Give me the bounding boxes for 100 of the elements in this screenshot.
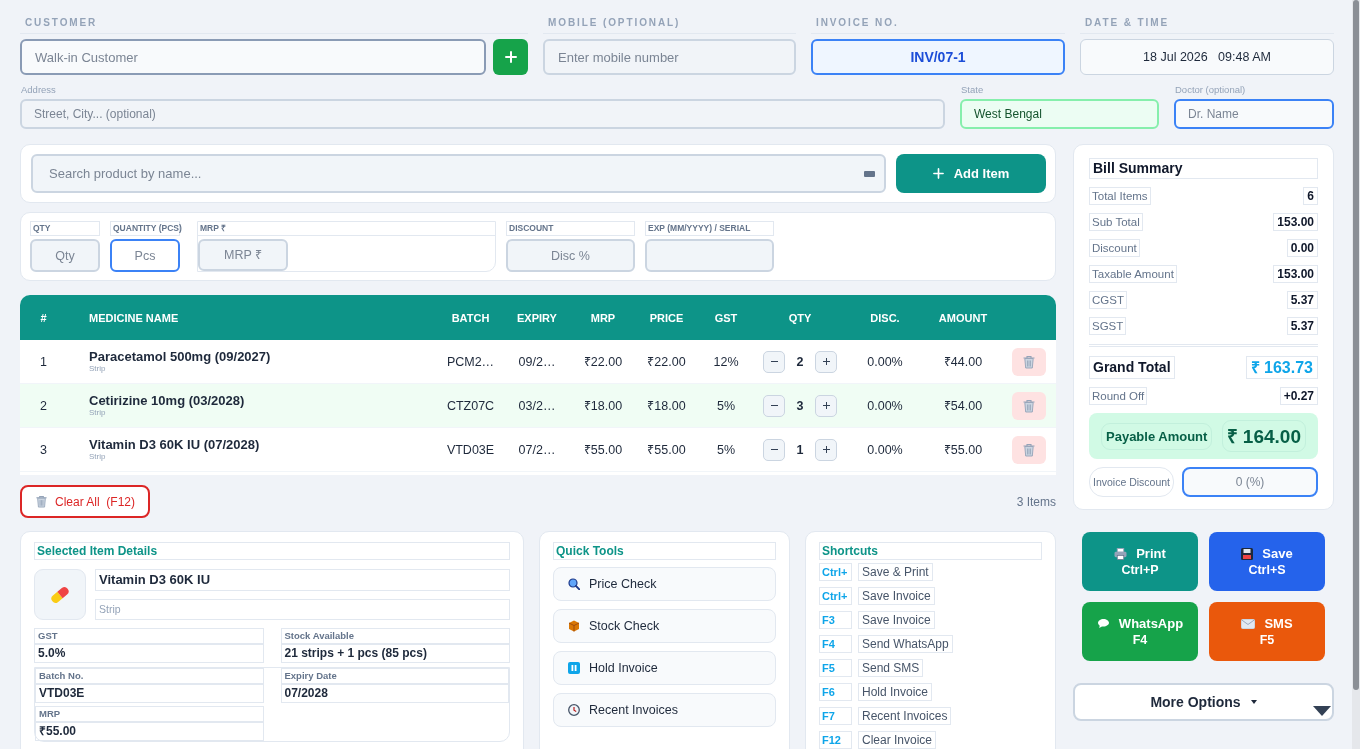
state-field[interactable]: West Bengal	[960, 99, 1159, 129]
product-search-field[interactable]: Search product by name...	[31, 154, 886, 193]
invoice-discount-field[interactable]: 0 (%)	[1182, 467, 1318, 497]
clock-icon	[568, 704, 580, 716]
unit-label: Strip	[89, 364, 107, 373]
minus-icon	[770, 449, 778, 450]
quick-tool-button[interactable]: Stock Check	[553, 609, 776, 643]
add-customer-button[interactable]	[493, 39, 528, 75]
decrease-button[interactable]	[763, 438, 785, 461]
grand-total-value: ₹ 163.73	[1245, 356, 1318, 379]
input-field[interactable]: Pcs	[110, 239, 180, 272]
payable-value: ₹ 164.00	[1221, 420, 1306, 452]
quick-tool-button[interactable]: Hold Invoice	[553, 651, 776, 685]
summary-value: 153.00	[1273, 265, 1318, 283]
summary-label: CGST	[1089, 291, 1127, 309]
decrease-button[interactable]	[763, 350, 785, 373]
column-header: QTY	[787, 311, 813, 324]
more-options-button[interactable]: More Options	[1073, 683, 1334, 721]
section-title: Selected Item Details	[34, 542, 510, 560]
quick-tool-button[interactable]: Recent Invoices	[553, 693, 776, 727]
action-button[interactable]: Save Ctrl+S	[1209, 532, 1325, 591]
table-cell-text: 0.00%	[866, 442, 904, 457]
column-header: MEDICINE NAME	[88, 311, 180, 324]
field-label: DISCOUNT	[506, 221, 635, 236]
shortcut-action: Hold Invoice	[858, 683, 933, 701]
quick-tool-button[interactable]: Price Check	[553, 567, 776, 601]
summary-label: Total Items	[1089, 187, 1151, 205]
column-header: GST	[713, 311, 739, 324]
triangle-icon	[1313, 706, 1331, 716]
action-button[interactable]: Print Ctrl+P	[1082, 532, 1198, 591]
item-name: Vitamin D3 60K IU	[95, 569, 510, 591]
pill-icon	[34, 569, 86, 620]
trash-icon	[1021, 354, 1036, 369]
field-label: QTY	[30, 221, 100, 236]
shortcut-action: Send WhatsApp	[858, 635, 953, 653]
field-label: Stock Available	[280, 628, 510, 644]
customer-field[interactable]: Walk-in Customer	[20, 39, 486, 75]
field-label: INVOICE NO.	[811, 14, 1065, 34]
field-label: Batch No.	[35, 668, 264, 684]
field-label: State	[960, 84, 985, 96]
field-label: GST	[34, 628, 264, 644]
table-cell-text: 5%	[715, 442, 737, 457]
shortcut-key: F12	[819, 731, 852, 749]
delete-button[interactable]	[1011, 391, 1046, 420]
shortcut-key: F6	[819, 683, 852, 701]
shortcut-key: F4	[819, 635, 852, 653]
field-value: 07/2028	[280, 684, 509, 703]
field-label: Address	[20, 84, 57, 96]
summary-value: 0.00	[1286, 239, 1318, 257]
table-cell-text: ₹22.00	[582, 354, 624, 370]
table-cell-text: 09/2…	[517, 354, 557, 369]
increase-button[interactable]	[815, 394, 837, 417]
medicine-name: Paracetamol 500mg (09/2027)	[89, 350, 272, 364]
section-title: Quick Tools	[553, 542, 776, 560]
plus-icon	[932, 168, 944, 179]
date-time-field[interactable]: 18 Jul 2026 09:48 AM	[1080, 39, 1334, 75]
envelope-icon	[1241, 618, 1256, 629]
box-icon	[568, 620, 580, 632]
shortcut-action: Recent Invoices	[858, 707, 952, 725]
minus-icon	[770, 361, 778, 362]
grand-total-label: Grand Total	[1089, 356, 1175, 379]
increase-button[interactable]	[815, 438, 837, 461]
address-field[interactable]: Street, City... (optional)	[20, 99, 945, 129]
caret-icon	[1250, 700, 1257, 704]
section-title: Bill Summary	[1089, 158, 1318, 179]
delete-button[interactable]	[1011, 347, 1046, 376]
add-item-button[interactable]: Add Item	[896, 154, 1046, 193]
quantity-value: 3	[795, 398, 805, 413]
summary-label: Sub Total	[1089, 213, 1143, 231]
table-cell-text: PCM2…	[445, 354, 496, 369]
action-button[interactable]: SMS F5	[1209, 602, 1325, 661]
mobile-field[interactable]: Enter mobile number	[543, 39, 796, 75]
doctor-field[interactable]: Dr. Name	[1174, 99, 1334, 129]
decrease-button[interactable]	[763, 394, 785, 417]
invoice-number-field[interactable]: INV/07-1	[811, 39, 1065, 75]
shortcut-key: F5	[819, 659, 852, 677]
unit-label: Strip	[89, 408, 107, 417]
table-cell-text: 0.00%	[866, 398, 904, 413]
field-value: VTD03E	[35, 684, 264, 703]
quantity-value: 1	[795, 442, 805, 457]
payable-label: Payable Amount	[1101, 422, 1213, 450]
clear-all-button[interactable]: Clear All (F12)	[20, 485, 151, 518]
items-count: 3 Items	[1016, 494, 1056, 509]
dash-icon	[864, 171, 875, 177]
delete-button[interactable]	[1011, 435, 1046, 464]
scrollbar-thumb[interactable]	[1353, 0, 1359, 690]
table-cell-text: CTZ07C	[445, 398, 496, 413]
shortcut-action: Send SMS	[858, 659, 924, 677]
column-header: BATCH	[450, 311, 491, 324]
table-cell-text: VTD03E	[445, 442, 496, 457]
table-cell-text: 5%	[715, 398, 737, 413]
summary-value: 5.37	[1286, 291, 1318, 309]
summary-label: Taxable Amount	[1089, 265, 1177, 283]
shortcut-key: F3	[819, 611, 852, 629]
table-cell-text: 2	[39, 398, 48, 413]
increase-button[interactable]	[815, 350, 837, 373]
shortcut-key: Ctrl+	[819, 563, 852, 581]
table-cell-text: ₹55.00	[646, 442, 687, 458]
field-label: DATE & TIME	[1080, 14, 1334, 34]
summary-value: 6	[1303, 187, 1318, 205]
